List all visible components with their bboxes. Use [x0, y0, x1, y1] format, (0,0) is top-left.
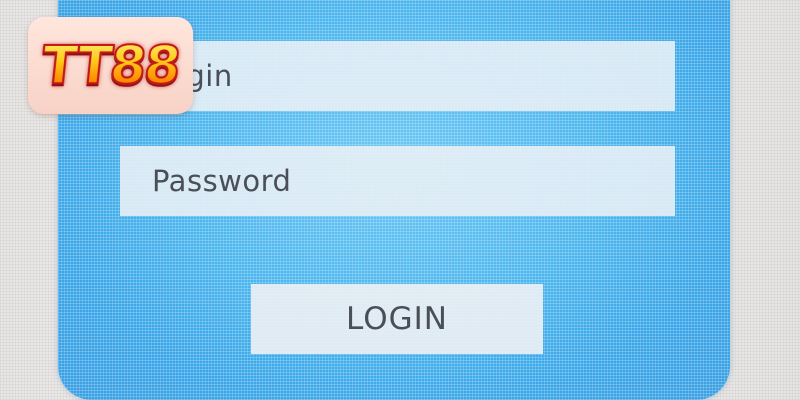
brand-logo: TT88: [28, 17, 193, 114]
brand-logo-text: TT88: [38, 35, 183, 97]
password-field[interactable]: Password: [120, 146, 675, 216]
password-placeholder: Password: [152, 164, 292, 198]
login-button-label: LOGIN: [346, 301, 448, 337]
login-button[interactable]: LOGIN: [251, 284, 543, 354]
username-field[interactable]: Login: [120, 41, 675, 111]
